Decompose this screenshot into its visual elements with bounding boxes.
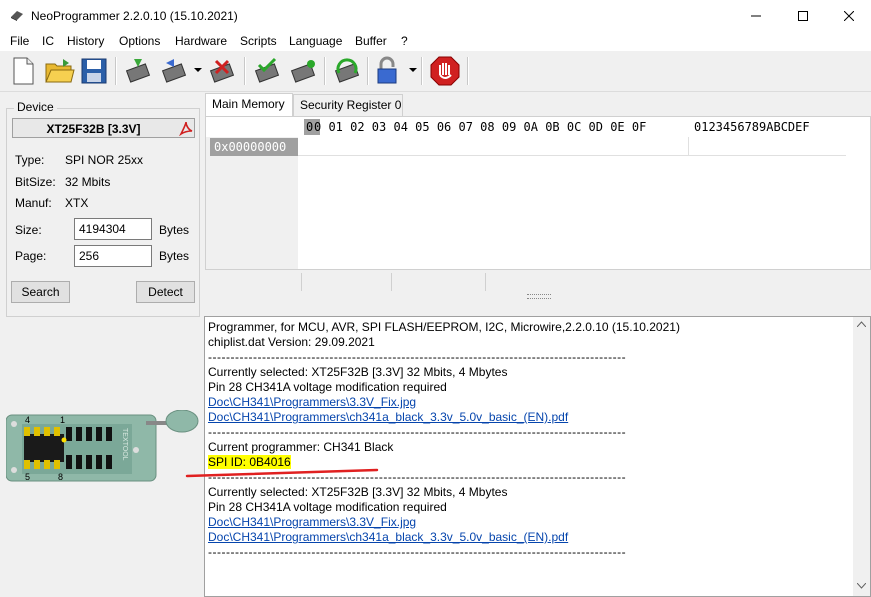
toolbar-separator (367, 57, 369, 85)
save-icon[interactable] (78, 55, 110, 87)
toolbar-separator (467, 57, 469, 85)
device-group-label: Device (14, 100, 57, 114)
log-separator: ----------------------------------------… (208, 425, 627, 439)
maximize-icon (798, 10, 808, 21)
menu-options[interactable]: Options (119, 34, 160, 48)
open-folder-icon[interactable] (43, 55, 75, 87)
log-line: Currently selected: XT25F32B [3.3V] 32 M… (208, 485, 508, 499)
blank-check-icon[interactable] (287, 55, 319, 87)
bitsize-value: 32 Mbits (65, 175, 111, 189)
close-button[interactable] (826, 0, 871, 31)
log-line: Pin 28 CH341A voltage modification requi… (208, 380, 447, 394)
manuf-value: XTX (65, 196, 89, 210)
column-divider (688, 137, 689, 156)
log-line: chiplist.dat Version: 29.09.2021 (208, 335, 375, 349)
hex-column-headers: 0 01 02 03 04 05 06 07 08 09 0A 0B 0C 0D… (314, 120, 647, 134)
page-field[interactable] (74, 245, 152, 267)
search-button[interactable]: Search (11, 281, 70, 303)
log-link[interactable]: Doc\CH341\Programmers\ch341a_black_3.3v_… (208, 410, 568, 424)
log-output[interactable]: Programmer, for MCU, AVR, SPI FLASH/EEPR… (204, 316, 871, 597)
log-line: Currently selected: XT25F32B [3.3V] 32 M… (208, 365, 508, 379)
pin-label-8: 8 (58, 472, 63, 482)
read-chip-icon[interactable] (122, 55, 154, 87)
pin-label-4: 4 (25, 415, 30, 425)
page-unit: Bytes (159, 249, 190, 263)
maximize-button[interactable] (780, 0, 826, 31)
log-line: Programmer, for MCU, AVR, SPI FLASH/EEPR… (208, 320, 680, 334)
scroll-down-icon[interactable] (857, 583, 866, 589)
window-title: NeoProgrammer 2.2.0.10 (15.10.2021) (31, 9, 238, 23)
minimize-icon (751, 15, 761, 16)
log-link[interactable]: Doc\CH341\Programmers\3.3V_Fix.jpg (208, 395, 416, 409)
minimize-button[interactable] (733, 0, 779, 31)
log-line: Pin 28 CH341A voltage modification requi… (208, 500, 447, 514)
detect-button[interactable]: Detect (136, 281, 195, 303)
annotation-underline (185, 468, 379, 478)
splitter-grip-icon (527, 294, 551, 299)
pin-label-1: 1 (60, 415, 65, 425)
log-line: Current programmer: CH341 Black (208, 440, 394, 454)
verify-chip-icon[interactable] (251, 55, 283, 87)
log-link[interactable]: Doc\CH341\Programmers\3.3V_Fix.jpg (208, 515, 416, 529)
menu-help[interactable]: ? (401, 34, 408, 48)
menu-bar: File IC History Options Hardware Scripts… (0, 31, 871, 51)
bitsize-label: BitSize: (15, 175, 56, 189)
type-label: Type: (15, 153, 45, 167)
address-column (206, 137, 298, 269)
title-bar: NeoProgrammer 2.2.0.10 (15.10.2021) (0, 0, 871, 31)
size-field[interactable] (74, 218, 152, 240)
toolbar-separator (115, 57, 117, 85)
log-separator: ----------------------------------------… (208, 545, 627, 559)
toolbar-separator (244, 57, 246, 85)
hex-ascii-header: 0123456789ABCDEF (694, 120, 810, 134)
log-scrollbar[interactable] (853, 317, 870, 596)
menu-buffer[interactable]: Buffer (355, 34, 387, 48)
size-label: Size: (15, 223, 42, 237)
toolbar-separator (421, 57, 423, 85)
manuf-label: Manuf: (15, 196, 52, 210)
menu-scripts[interactable]: Scripts (240, 34, 277, 48)
new-file-icon[interactable] (7, 55, 39, 87)
log-separator: ----------------------------------------… (208, 350, 627, 364)
log-link[interactable]: Doc\CH341\Programmers\ch341a_black_3.3v_… (208, 530, 568, 544)
tab-security-register[interactable]: Security Register 0 (293, 94, 403, 116)
menu-file[interactable]: File (10, 34, 29, 48)
row-divider (298, 155, 846, 156)
adapter-brand: TEXTOOL (121, 428, 128, 461)
tab-main-memory[interactable]: Main Memory (205, 93, 293, 116)
auto-icon[interactable] (331, 55, 363, 87)
hex-status-strip (205, 270, 871, 295)
lock-icon[interactable] (372, 55, 404, 87)
device-name: XT25F32B [3.3V] (12, 118, 195, 138)
pin-label-5: 5 (25, 472, 30, 482)
menu-language[interactable]: Language (289, 34, 342, 48)
write-chip-icon[interactable] (158, 55, 190, 87)
pdf-icon[interactable] (178, 120, 194, 136)
size-unit: Bytes (159, 223, 190, 237)
menu-ic[interactable]: IC (42, 34, 54, 48)
toolbar-separator (324, 57, 326, 85)
stop-icon[interactable] (429, 55, 461, 87)
app-icon (11, 11, 23, 21)
close-icon (844, 10, 854, 21)
menu-history[interactable]: History (67, 34, 104, 48)
toolbar (0, 51, 871, 92)
type-value: SPI NOR 25xx (65, 153, 144, 167)
lock-dropdown-arrow[interactable] (409, 68, 417, 72)
erase-chip-icon[interactable] (206, 55, 238, 87)
hex-editor[interactable]: 0 0 01 02 03 04 05 06 07 08 09 0A 0B 0C … (205, 116, 871, 270)
write-dropdown-arrow[interactable] (194, 68, 202, 72)
menu-hardware[interactable]: Hardware (175, 34, 227, 48)
device-panel: Device XT25F32B [3.3V] Type: SPI NOR 25x… (0, 92, 204, 597)
zif-adapter-image: 4 1 5 8 TEXTOOL (6, 410, 199, 482)
hex-first-column: 0 (306, 120, 314, 134)
address-row-0[interactable]: 0x00000000 (210, 138, 298, 156)
scroll-up-icon[interactable] (857, 321, 866, 327)
page-label: Page: (15, 249, 47, 263)
pane-splitter[interactable] (205, 294, 871, 314)
